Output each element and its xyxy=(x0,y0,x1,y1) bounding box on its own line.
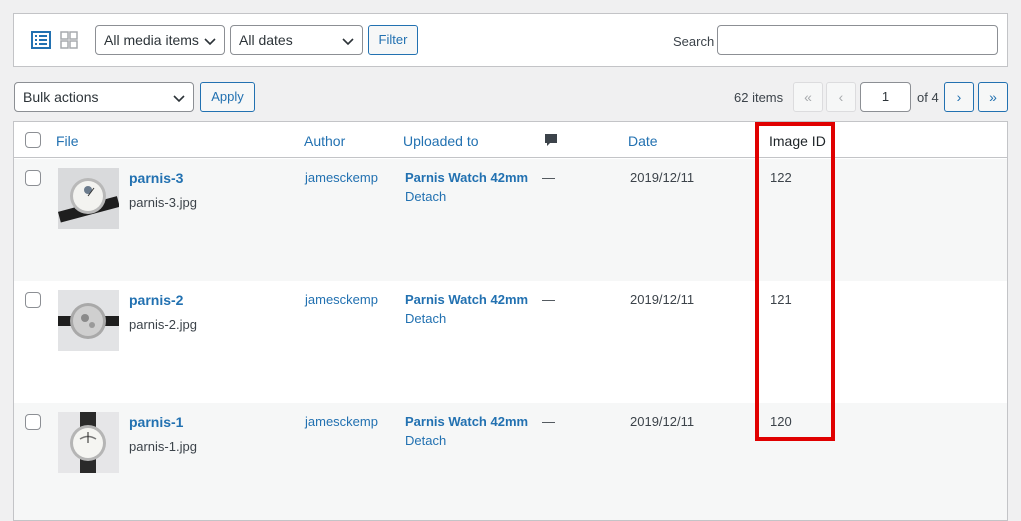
chevron-down-icon xyxy=(173,95,185,103)
author-link[interactable]: jamesckemp xyxy=(305,292,378,307)
date-value: All dates xyxy=(239,32,293,48)
author-link[interactable]: jamesckemp xyxy=(305,170,378,185)
media-type-value: All media items xyxy=(104,32,199,48)
table-row: parnis-2 parnis-2.jpg jamesckemp Parnis … xyxy=(14,281,1007,403)
row-checkbox[interactable] xyxy=(25,170,41,186)
upload-date: 2019/12/11 xyxy=(630,292,695,307)
uploaded-to-link[interactable]: Parnis Watch 42mm xyxy=(405,170,528,185)
comments-count: — xyxy=(542,292,555,307)
detach-link[interactable]: Detach xyxy=(405,433,446,448)
media-filename: parnis-1.jpg xyxy=(129,439,197,454)
apply-button[interactable]: Apply xyxy=(200,82,255,112)
table-row: parnis-1 parnis-1.jpg jamesckemp Parnis … xyxy=(14,403,1007,520)
media-title-link[interactable]: parnis-3 xyxy=(129,170,183,186)
select-all-checkbox[interactable] xyxy=(25,132,41,148)
image-id-value: 120 xyxy=(770,414,792,429)
detach-link[interactable]: Detach xyxy=(405,189,446,204)
next-page-button[interactable]: › xyxy=(944,82,974,112)
media-title-link[interactable]: parnis-2 xyxy=(129,292,183,308)
total-pages-label: of 4 xyxy=(917,90,939,105)
media-table: File Author Uploaded to Date Image ID pa… xyxy=(13,121,1008,521)
comments-count: — xyxy=(542,414,555,429)
table-row: parnis-3 parnis-3.jpg jamesckemp Parnis … xyxy=(14,159,1007,281)
table-header: File Author Uploaded to Date Image ID xyxy=(14,122,1007,158)
media-title-link[interactable]: parnis-1 xyxy=(129,414,183,430)
filter-button[interactable]: Filter xyxy=(368,25,418,55)
bulk-actions-select[interactable]: Bulk actions xyxy=(14,82,194,112)
detach-link[interactable]: Detach xyxy=(405,311,446,326)
image-id-value: 122 xyxy=(770,170,792,185)
list-view-icon[interactable] xyxy=(31,30,51,50)
media-filename: parnis-2.jpg xyxy=(129,317,197,332)
media-filter-bar: All media items All dates Filter Search xyxy=(13,13,1008,67)
search-input[interactable] xyxy=(717,25,998,55)
uploaded-to-link[interactable]: Parnis Watch 42mm xyxy=(405,414,528,429)
image-id-value: 121 xyxy=(770,292,792,307)
uploaded-to-link[interactable]: Parnis Watch 42mm xyxy=(405,292,528,307)
chevron-down-icon xyxy=(204,38,216,46)
chevron-down-icon xyxy=(342,38,354,46)
watch-thumbnail[interactable] xyxy=(58,290,119,351)
column-author[interactable]: Author xyxy=(304,133,345,149)
row-checkbox[interactable] xyxy=(25,292,41,308)
watch-thumbnail[interactable] xyxy=(58,412,119,473)
comments-count: — xyxy=(542,170,555,185)
upload-date: 2019/12/11 xyxy=(630,170,695,185)
search-label: Search xyxy=(673,34,715,49)
upload-date: 2019/12/11 xyxy=(630,414,695,429)
bulk-actions-value: Bulk actions xyxy=(23,89,99,105)
row-checkbox[interactable] xyxy=(25,414,41,430)
last-page-button[interactable]: » xyxy=(978,82,1008,112)
grid-view-icon[interactable] xyxy=(59,30,79,50)
media-type-select[interactable]: All media items xyxy=(95,25,225,55)
column-date[interactable]: Date xyxy=(628,133,658,149)
media-filename: parnis-3.jpg xyxy=(129,195,197,210)
items-count: 62 items xyxy=(734,90,784,105)
current-page-input[interactable]: 1 xyxy=(860,82,911,112)
column-file[interactable]: File xyxy=(56,133,79,149)
first-page-button: « xyxy=(793,82,823,112)
column-image-id: Image ID xyxy=(769,133,826,149)
comment-bubble-icon[interactable] xyxy=(544,133,558,148)
prev-page-button: ‹ xyxy=(826,82,856,112)
watch-thumbnail[interactable] xyxy=(58,168,119,229)
author-link[interactable]: jamesckemp xyxy=(305,414,378,429)
date-select[interactable]: All dates xyxy=(230,25,363,55)
column-uploaded-to[interactable]: Uploaded to xyxy=(403,133,479,149)
